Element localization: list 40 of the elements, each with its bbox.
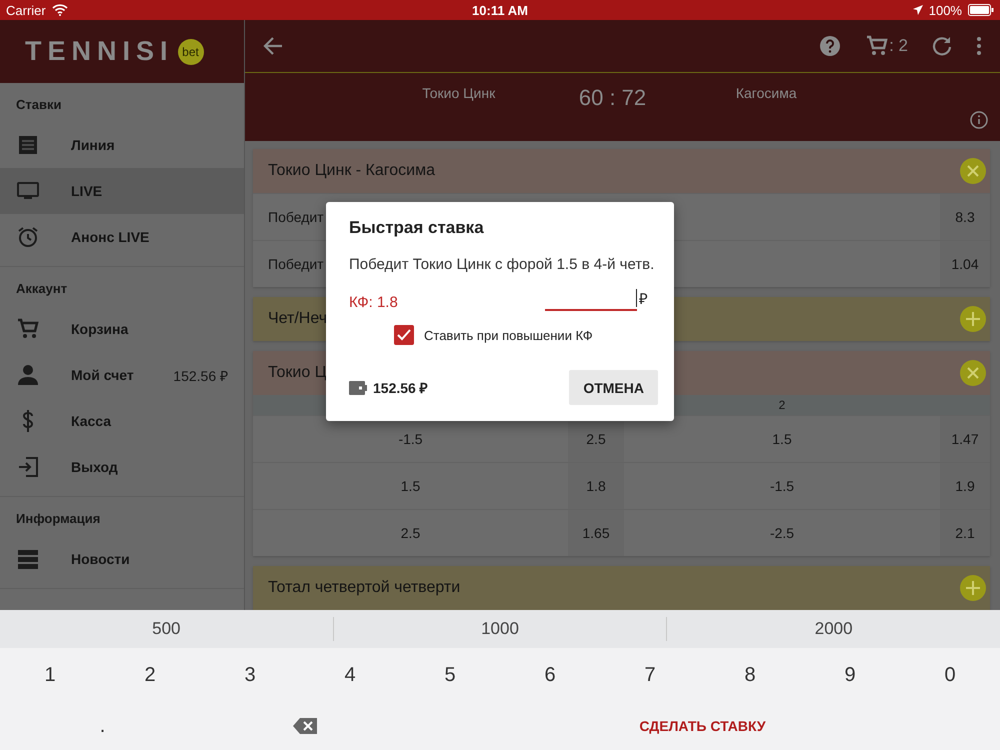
market-title: Чет/Неч <box>268 310 328 328</box>
handicap-cell-text: -1.5 <box>397 430 424 449</box>
column-header: 2 <box>778 398 786 412</box>
away-team: Кагосима <box>734 84 798 103</box>
menu-label: Касса <box>71 413 112 429</box>
handicap-cell-text: -1.5 <box>768 477 796 496</box>
carrier-label: Carrier <box>6 2 46 18</box>
balance-value: 152.56 ₽ <box>173 366 228 384</box>
home-team: Токио Цинк <box>421 84 496 103</box>
market-title: Токио Цинк - Кагосима <box>268 162 435 180</box>
coefficient-label: КФ: 1.8 <box>349 294 398 311</box>
menu-label: Корзина <box>71 321 128 337</box>
menu-label: Новости <box>71 551 130 567</box>
checkbox-label: Ставить при повышении КФ <box>424 328 593 342</box>
battery-percent: 100% <box>928 2 962 18</box>
menu-label: Линия <box>71 137 115 153</box>
section-title: Ставки <box>15 96 62 114</box>
wallet-balance: 152.56 ₽ <box>373 379 428 397</box>
menu-label: LIVE <box>71 183 102 199</box>
handicap-cell-text: 1.5 <box>400 477 422 496</box>
market-title: Токио Ц <box>268 364 327 382</box>
cart-count: : 2 <box>889 36 908 56</box>
section-title: Информация <box>15 510 102 528</box>
status-time: 10:11 AM <box>472 2 528 18</box>
menu-label: Анонс LIVE <box>71 229 150 245</box>
bet-description: Победит Токио Цинк с форой 1.5 в 4-й четв. <box>349 256 656 273</box>
market-title: Тотал четвертой четверти <box>268 579 460 597</box>
handicap-cell-text: 2.5 <box>400 524 422 543</box>
menu-label: Мой счет <box>71 367 134 383</box>
outcome-label: Победит <box>268 256 324 272</box>
logo-badge: bet <box>178 38 204 64</box>
handicap-cell-text: -2.5 <box>768 524 796 543</box>
outcome-label: Победит <box>268 209 324 225</box>
dialog-title: Быстрая ставка <box>349 218 485 238</box>
logo-text: TENNISI <box>25 36 174 67</box>
currency-label: ₽ <box>639 290 648 308</box>
match-score: 60 : 72 <box>578 84 648 112</box>
handicap-cell-text: 1.5 <box>771 430 793 449</box>
menu-label: Выход <box>71 459 118 475</box>
section-title: Аккаунт <box>15 280 68 298</box>
